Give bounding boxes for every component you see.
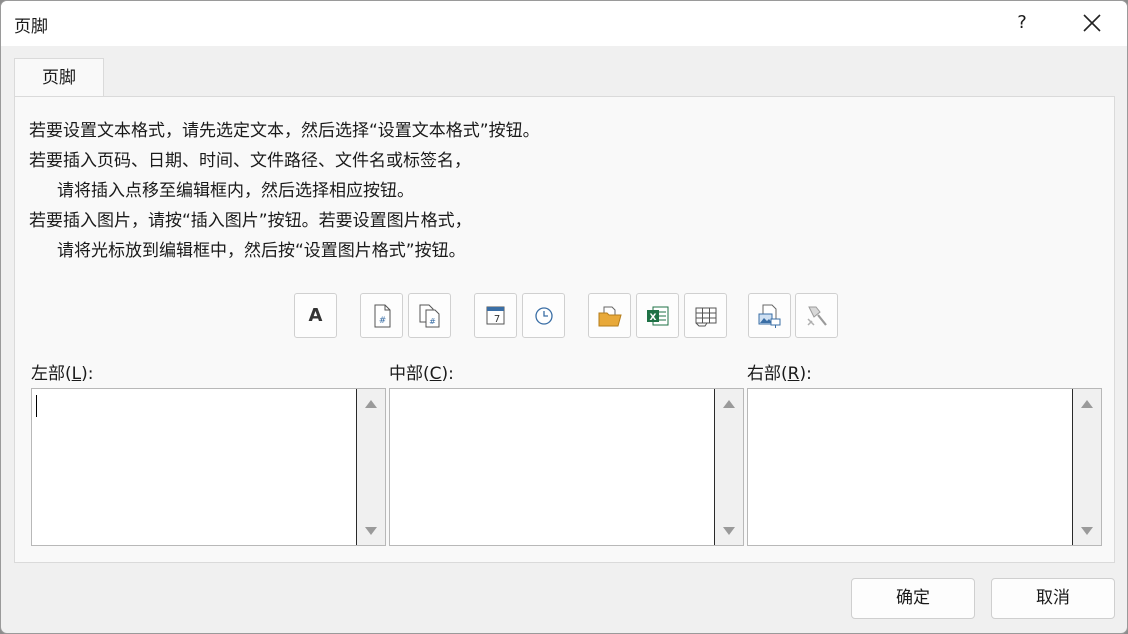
help-button[interactable]: ? <box>1005 7 1039 39</box>
page-count-icon: # <box>419 304 439 327</box>
scroll-down-icon[interactable] <box>723 527 735 535</box>
insert-picture-button[interactable] <box>748 293 791 338</box>
footer-dialog: 页脚 ? 页脚 若要设置文本格式，请先选定文本，然后选择“设置文本格式”按钮。 … <box>0 0 1128 634</box>
format-picture-button[interactable] <box>795 293 838 338</box>
center-section-scrollbar[interactable] <box>714 389 743 545</box>
insert-file-name-button[interactable]: X <box>636 293 679 338</box>
file-name-icon: X <box>646 306 668 325</box>
scroll-up-icon[interactable] <box>365 400 377 408</box>
tab-footer[interactable]: 页脚 <box>14 58 104 97</box>
instruction-line: 若要插入图片，请按“插入图片”按钮。若要设置图片格式， <box>29 211 472 231</box>
insert-picture-icon <box>758 304 780 328</box>
left-section-label: 左部(L): <box>31 364 94 384</box>
page-number-icon: # <box>374 304 390 327</box>
scroll-up-icon[interactable] <box>723 400 735 408</box>
right-section-input[interactable] <box>747 388 1102 546</box>
insert-page-number-button[interactable]: # <box>360 293 403 338</box>
dialog-title: 页脚 <box>14 17 48 37</box>
insert-sheet-name-button[interactable] <box>684 293 727 338</box>
insert-time-button[interactable] <box>522 293 565 338</box>
center-section-label: 中部(C): <box>389 364 454 384</box>
ok-button[interactable]: 确定 <box>851 578 975 619</box>
svg-text:X: X <box>649 313 656 323</box>
scroll-down-icon[interactable] <box>1081 527 1093 535</box>
insert-date-button[interactable]: 7 <box>474 293 517 338</box>
footer-panel: 若要设置文本格式，请先选定文本，然后选择“设置文本格式”按钮。 若要插入页码、日… <box>14 96 1115 563</box>
instruction-line: 请将插入点移至编辑框内，然后选择相应按钮。 <box>57 181 414 201</box>
text-caret <box>36 395 37 417</box>
close-icon <box>1083 14 1101 32</box>
instruction-line: 若要插入页码、日期、时间、文件路径、文件名或标签名， <box>29 151 471 171</box>
left-section-scrollbar[interactable] <box>356 389 385 545</box>
cancel-button[interactable]: 取消 <box>991 578 1115 619</box>
insert-file-path-button[interactable] <box>588 293 631 338</box>
right-section-scrollbar[interactable] <box>1072 389 1101 545</box>
close-button[interactable] <box>1073 7 1111 39</box>
date-icon: 7 <box>486 306 504 325</box>
svg-text:7: 7 <box>493 314 499 325</box>
scroll-up-icon[interactable] <box>1081 400 1093 408</box>
instruction-line: 若要设置文本格式，请先选定文本，然后选择“设置文本格式”按钮。 <box>29 121 540 141</box>
time-icon <box>534 306 553 325</box>
format-text-button[interactable]: A <box>294 293 337 338</box>
scroll-down-icon[interactable] <box>365 527 377 535</box>
svg-text:#: # <box>378 316 386 326</box>
insert-page-count-button[interactable]: # <box>408 293 451 338</box>
svg-text:#: # <box>429 317 436 326</box>
format-picture-icon <box>806 306 827 326</box>
left-section-input[interactable] <box>31 388 386 546</box>
sheet-name-icon <box>695 307 716 326</box>
format-text-icon: A <box>308 305 323 326</box>
title-bar: 页脚 ? <box>1 1 1127 46</box>
file-path-icon <box>598 306 622 326</box>
instruction-line: 请将光标放到编辑框中，然后按“设置图片格式”按钮。 <box>57 241 466 261</box>
right-section-label: 右部(R): <box>747 364 812 384</box>
center-section-input[interactable] <box>389 388 744 546</box>
